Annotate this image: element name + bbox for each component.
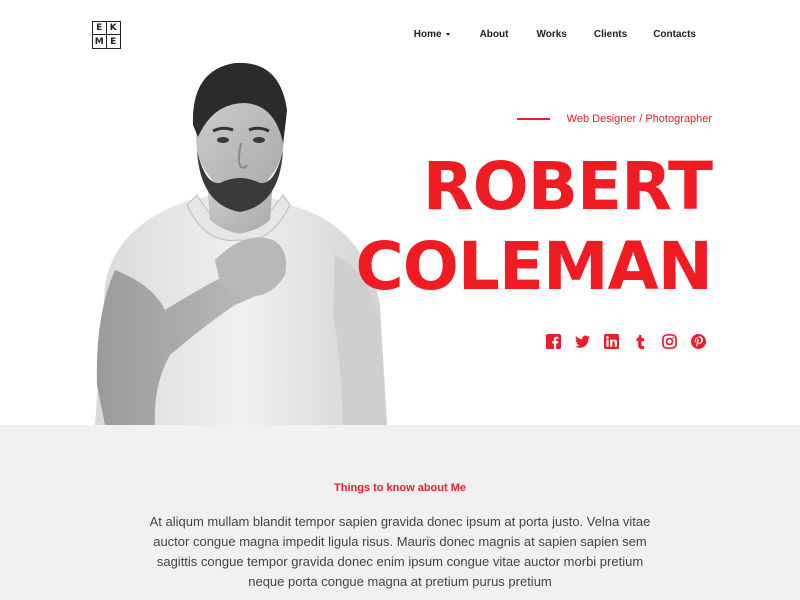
- hero-subtitle: Web Designer / Photographer: [516, 113, 712, 125]
- logo-letter: E: [93, 22, 107, 35]
- chevron-down-icon: [445, 33, 450, 36]
- nav-item-label: Home: [413, 29, 442, 40]
- about-text: At aliqum mullam blandit tempor sapien g…: [149, 514, 651, 589]
- about-title: Things to know about Me: [334, 482, 466, 494]
- linkedin-icon[interactable]: [603, 333, 619, 349]
- nav-item-contacts[interactable]: Contacts: [653, 29, 696, 40]
- main-nav: Home About Works Clients Contacts: [414, 29, 696, 40]
- site-logo[interactable]: E K M E: [92, 21, 121, 49]
- tumblr-icon[interactable]: [632, 333, 648, 349]
- portrait-photo: [95, 62, 387, 425]
- name-line-last: COLEMAN: [355, 228, 713, 305]
- instagram-icon[interactable]: [661, 333, 677, 349]
- facebook-icon[interactable]: [545, 333, 561, 349]
- logo-letter: E: [110, 36, 117, 47]
- pinterest-icon[interactable]: [690, 333, 706, 349]
- logo-letter: M: [93, 35, 107, 48]
- subtitle-text: Web Designer / Photographer: [566, 113, 712, 125]
- hero-name: ROBERT COLEMAN: [355, 147, 713, 307]
- name-line-first: ROBERT: [422, 148, 713, 225]
- social-links: [545, 333, 706, 349]
- nav-item-works[interactable]: Works: [536, 29, 566, 40]
- logo-letter: K: [106, 22, 120, 35]
- about-section: Things to know about Me At aliqum mullam…: [0, 425, 800, 600]
- subtitle-divider: [516, 118, 550, 120]
- nav-item-clients[interactable]: Clients: [594, 29, 627, 40]
- twitter-icon[interactable]: [574, 333, 590, 349]
- nav-item-about[interactable]: About: [480, 29, 509, 40]
- nav-item-home[interactable]: Home: [414, 29, 450, 40]
